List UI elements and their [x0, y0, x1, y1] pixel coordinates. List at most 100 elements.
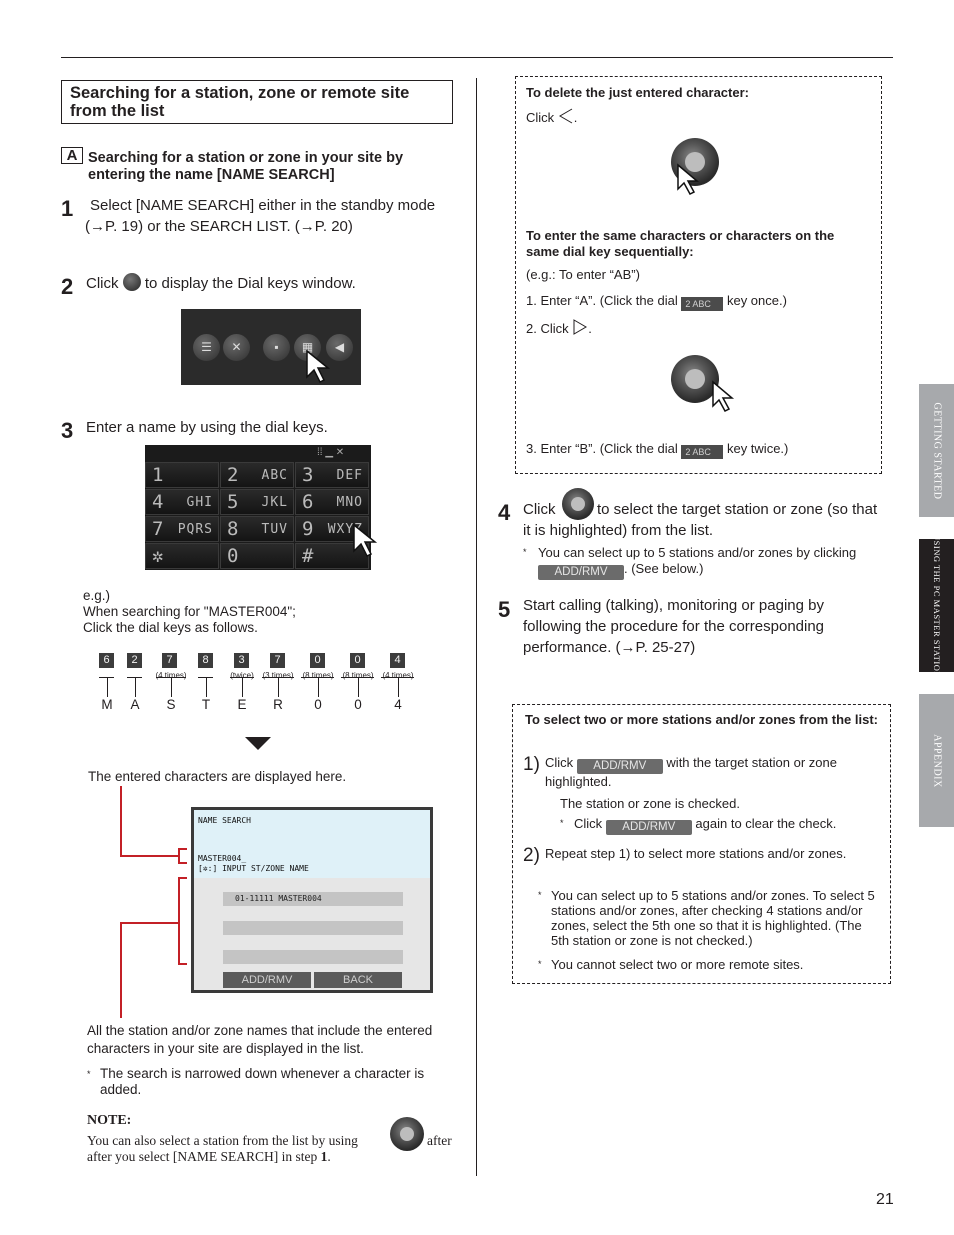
- line-1-post: key once.): [726, 293, 787, 308]
- dial-key-2: 2 ABC: [681, 445, 724, 459]
- example-letter: 4: [394, 697, 402, 712]
- tools-icon[interactable]: ✕: [223, 334, 250, 361]
- note-after: after: [427, 1133, 452, 1148]
- dial-icon[interactable]: [562, 488, 594, 520]
- add-rmv-button[interactable]: ADD/RMV: [223, 972, 311, 988]
- dial-key-letters: GHI: [186, 495, 213, 510]
- eg-text: (e.g.: To enter “AB”): [526, 267, 640, 282]
- example-letter: A: [130, 697, 140, 712]
- dial-key-number: 9: [302, 518, 314, 540]
- page-number: 21: [876, 1191, 894, 1208]
- add-rmv-button[interactable]: ADD/RMV: [605, 820, 692, 835]
- example-letter: 0: [314, 697, 322, 712]
- dial-key-7[interactable]: 8 TUV: [220, 516, 294, 542]
- dial-key-6[interactable]: 7 PQRS: [145, 516, 219, 542]
- dial-key-1[interactable]: 2 ABC: [220, 462, 294, 488]
- screen-hint: [✲:] INPUT ST/ZONE NAME: [198, 864, 309, 873]
- result-row[interactable]: 01-11111 MASTER004: [223, 892, 403, 906]
- item-2-text: Repeat step 1) to select more stations a…: [545, 846, 847, 861]
- dial-key-letters: PQRS: [177, 522, 213, 537]
- dial-keys-window: ⁞⁞ ▁ ✕ 1 2 ABC 3 DEF 4 GHI 5 JKL 6 MNO 7 PQRS 8 TUV 9 WX…: [145, 445, 378, 570]
- tab-getting-started[interactable]: GETTING STARTED: [919, 384, 954, 517]
- step-5-number: 5: [498, 597, 511, 622]
- step-4-note-pre: You can select up to 5 stations and/or z…: [538, 545, 857, 560]
- example-text: e.g.) When searching for "MASTER004"; Cl…: [83, 588, 453, 636]
- example-tick: [107, 677, 108, 697]
- cursor-icon: [306, 349, 331, 384]
- delete-text: Click .: [526, 108, 578, 125]
- dial-key-4[interactable]: 5 JKL: [220, 489, 294, 515]
- step-4-post-2: it is highlighted) from the list.: [523, 522, 714, 539]
- tab-appendix[interactable]: APPENDIX: [919, 694, 954, 827]
- dial-key-letters: DEF: [336, 468, 363, 483]
- multi-title: To select two or more stations and/or zo…: [525, 712, 878, 727]
- dial-key-number: 2: [227, 464, 239, 486]
- dial-keys-icon[interactable]: [122, 273, 141, 291]
- line-2: 2. Click .: [526, 319, 592, 336]
- asterisk: *: [538, 890, 542, 900]
- example-line-1: e.g.): [83, 588, 111, 603]
- subsection-letter: A: [61, 147, 83, 164]
- dial-key-letters: JKL: [261, 495, 288, 510]
- dial-key-5[interactable]: 6 MNO: [295, 489, 369, 515]
- dial-key-number: 5: [227, 491, 239, 513]
- step-4-post-1: to select the target station or zone (so…: [597, 501, 878, 518]
- line-3-post: key twice.): [726, 441, 789, 456]
- same-title: To enter the same characters or characte…: [526, 228, 835, 259]
- cursor-icon: [712, 380, 735, 412]
- example-letter: 0: [354, 697, 362, 712]
- example-letter: S: [166, 697, 176, 712]
- clear-post: again to clear the check.: [695, 816, 837, 831]
- dial-key-10[interactable]: 0: [220, 543, 294, 569]
- example-times: (4 times): [382, 671, 414, 680]
- add-rmv-button[interactable]: ADD/RMV: [576, 759, 663, 774]
- line-1: 1. Enter “A”. (Click the dial 2 ABC key …: [526, 293, 787, 311]
- example-line-3: Click the dial keys as follows.: [83, 620, 258, 635]
- example-tick: [398, 677, 399, 697]
- multi-note-1: You can select up to 5 stations and/or z…: [551, 888, 875, 948]
- asterisk: *: [560, 818, 564, 828]
- note-post-text: after you select [NAME SEARCH] in step: [87, 1149, 318, 1164]
- dial-key-0[interactable]: 1: [145, 462, 219, 488]
- dial-key-9[interactable]: ✲: [145, 543, 219, 569]
- example-times: (3 times): [262, 671, 294, 680]
- right-arrow-icon[interactable]: [572, 319, 588, 335]
- back-button[interactable]: BACK: [314, 972, 402, 988]
- example-key: 7: [162, 653, 177, 668]
- example-times: (twice): [230, 671, 254, 680]
- example-tick: [318, 677, 319, 697]
- example-times: (8 times): [302, 671, 334, 680]
- asterisk: *: [523, 547, 527, 557]
- dial-key-2[interactable]: 3 DEF: [295, 462, 369, 488]
- example-tick: [206, 677, 207, 697]
- item-2-number: 2): [523, 845, 540, 866]
- note-pre: You can also select a station from the l…: [87, 1133, 358, 1148]
- example-key: 2: [127, 653, 142, 668]
- delete-title: To delete the just entered character:: [526, 85, 749, 100]
- step-2-number: 2: [61, 274, 74, 299]
- example-times: (8 times): [342, 671, 374, 680]
- delete-click: Click: [526, 110, 555, 125]
- item-1-pre: Click: [545, 755, 574, 770]
- dial-key-2: 2 ABC: [681, 297, 724, 311]
- example-key: 7: [270, 653, 285, 668]
- dial-key-3[interactable]: 4 GHI: [145, 489, 219, 515]
- line-2-text: 2. Click: [526, 321, 569, 336]
- dial-key-number: 6: [302, 491, 314, 513]
- example-key: 0: [350, 653, 365, 668]
- left-arrow-icon[interactable]: [558, 108, 574, 124]
- add-rmv-button[interactable]: ADD/RMV: [538, 565, 624, 580]
- checked-text: The station or zone is checked.: [560, 796, 740, 811]
- item-1-text: Click ADD/RMV with the target station or…: [545, 755, 885, 790]
- screen-input[interactable]: MASTER004_: [198, 854, 246, 863]
- page-icon[interactable]: ▪: [263, 334, 290, 361]
- example-key: 3: [234, 653, 249, 668]
- example-times: (4 times): [155, 671, 187, 680]
- dial-key-number: 0: [227, 545, 239, 567]
- dial-key-letters: TUV: [261, 522, 288, 537]
- dial-key-letters: MNO: [336, 495, 363, 510]
- list-caption: All the station and/or zone names that i…: [87, 1023, 433, 1056]
- tab-using-pc-master-station[interactable]: USING THE PC MASTER STATION: [919, 534, 954, 677]
- example-tick: [358, 677, 359, 697]
- list-icon[interactable]: ☰: [193, 334, 220, 361]
